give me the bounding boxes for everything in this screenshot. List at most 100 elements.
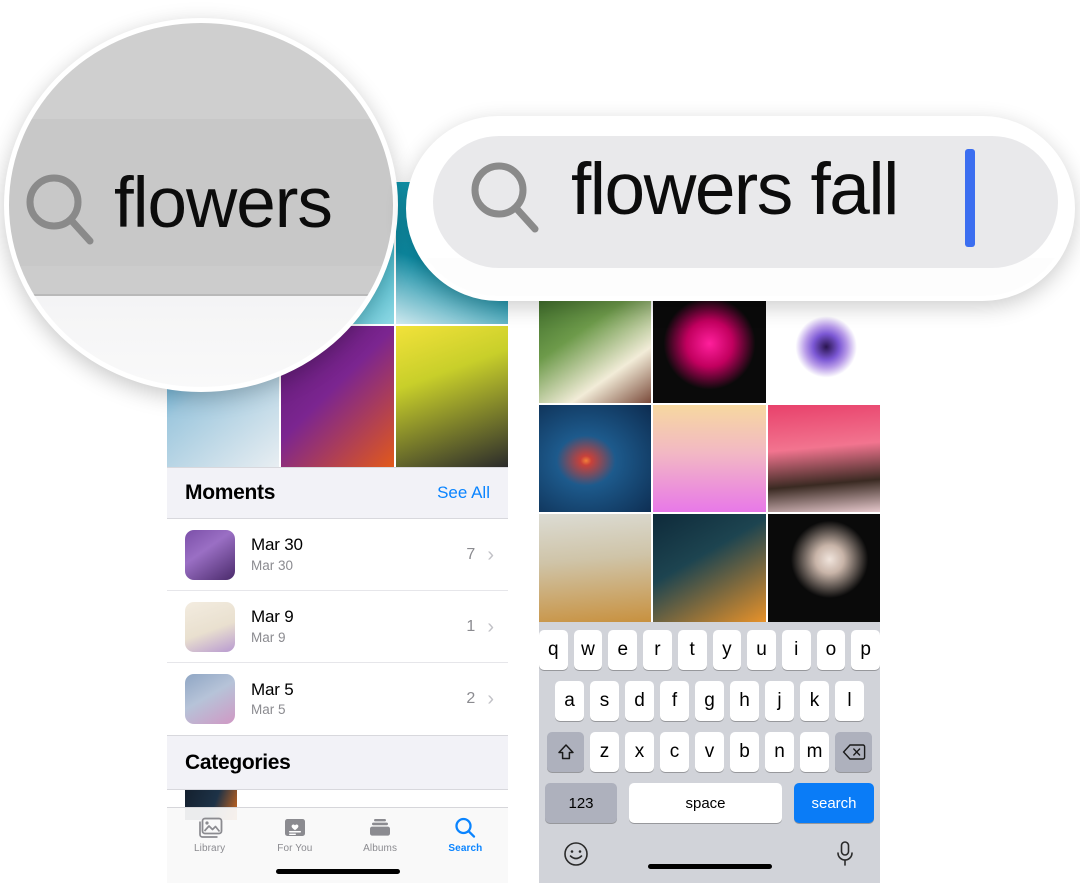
moment-subtitle: Mar 5 [251, 702, 286, 718]
moments-section-header: Moments See All [167, 467, 508, 519]
emoji-smiley-icon[interactable] [563, 841, 589, 872]
moment-row[interactable]: Mar 9 Mar 9 1 › [167, 591, 508, 663]
key-k[interactable]: k [800, 681, 829, 721]
moment-thumbnail [185, 601, 235, 652]
keyboard-row-3: z x c v b n m [539, 732, 880, 772]
categories-section-header: Categories [167, 735, 508, 790]
key-u[interactable]: u [747, 630, 776, 670]
key-s[interactable]: s [590, 681, 619, 721]
tab-albums[interactable]: Albums [338, 816, 423, 854]
keyboard-row-2: a s d f g h j k l [539, 681, 880, 721]
key-r[interactable]: r [643, 630, 672, 670]
photo-thumbnail[interactable] [653, 295, 766, 403]
key-l[interactable]: l [835, 681, 864, 721]
moment-text: Mar 9 Mar 9 [235, 606, 466, 646]
moment-subtitle: Mar 30 [251, 557, 294, 573]
tab-bar: Library For You Albums Search [167, 807, 508, 883]
categories-title: Categories [185, 750, 291, 774]
moment-thumbnail [185, 674, 235, 724]
key-q[interactable]: q [539, 630, 568, 670]
photo-thumbnail[interactable] [395, 325, 508, 467]
magnified-query-text: flowers fall [571, 149, 899, 230]
key-o[interactable]: o [816, 630, 846, 670]
albums-stack-icon [367, 816, 393, 840]
photo-thumbnail[interactable] [767, 514, 880, 622]
key-c[interactable]: c [660, 732, 689, 772]
chevron-right-icon: › [487, 543, 494, 566]
key-x[interactable]: x [625, 732, 654, 772]
photo-thumbnail[interactable] [539, 514, 652, 622]
moment-row[interactable]: Mar 30 Mar 30 7 › [167, 519, 508, 591]
moment-count: 2 [466, 690, 476, 707]
magnifier-bg-low [9, 266, 393, 296]
moment-text: Mar 5 Mar 5 [235, 679, 466, 719]
home-indicator [275, 869, 400, 874]
key-a[interactable]: a [555, 681, 584, 721]
moment-row[interactable]: Mar 5 Mar 5 2 › [167, 663, 508, 735]
photo-thumbnail[interactable] [767, 404, 880, 513]
screenshot-stage: Moments See All Mar 30 Mar 30 7 › Mar 9 [0, 0, 1080, 883]
key-b[interactable]: b [730, 732, 759, 772]
tab-label: Library [193, 843, 226, 854]
key-v[interactable]: v [695, 732, 724, 772]
tab-label: Search [448, 843, 483, 854]
key-n[interactable]: n [765, 732, 794, 772]
text-cursor-caret [965, 149, 975, 247]
key-g[interactable]: g [695, 681, 724, 721]
tab-label: Albums [363, 843, 398, 854]
microphone-icon[interactable] [834, 840, 856, 873]
magnifier-bg-white [9, 296, 393, 387]
key-p[interactable]: p [851, 630, 880, 670]
photo-thumbnail[interactable] [539, 404, 652, 513]
moment-count: 1 [466, 617, 476, 635]
tab-for-you[interactable]: For You [252, 816, 337, 854]
moment-thumbnail [185, 529, 235, 580]
key-i[interactable]: i [781, 630, 811, 670]
search-icon [21, 171, 101, 251]
backspace-delete-icon[interactable] [835, 732, 872, 772]
photo-thumbnail[interactable] [653, 404, 766, 513]
moment-title: Mar 9 [251, 607, 294, 627]
key-numbers[interactable]: 123 [545, 783, 617, 823]
keyboard-row-1: q w e r t y u i o p [539, 630, 880, 670]
shift-arrow-up-icon[interactable] [547, 732, 584, 772]
key-t[interactable]: t [677, 630, 707, 670]
search-icon [466, 159, 546, 239]
key-e[interactable]: e [608, 630, 638, 670]
moments-see-all-link[interactable]: See All [437, 483, 490, 503]
key-h[interactable]: h [730, 681, 759, 721]
search-icon [453, 816, 477, 840]
photos-library-icon [197, 816, 223, 840]
keyboard-row-4: 123 space search [539, 783, 880, 823]
photo-thumbnail[interactable] [653, 514, 766, 622]
right-results-photo-grid[interactable] [539, 295, 880, 622]
moment-count: 7 [466, 545, 476, 563]
key-space[interactable]: space [629, 783, 782, 823]
for-you-heart-card-icon [283, 816, 307, 840]
key-z[interactable]: z [590, 732, 619, 772]
moments-title: Moments [185, 481, 276, 504]
key-m[interactable]: m [800, 732, 829, 772]
tab-library[interactable]: Library [167, 816, 252, 854]
key-f[interactable]: f [660, 681, 689, 721]
key-y[interactable]: y [712, 630, 742, 670]
chevron-right-icon: › [487, 688, 494, 710]
photo-thumbnail[interactable] [539, 295, 652, 403]
magnified-query-text: flowers [114, 164, 333, 243]
key-j[interactable]: j [765, 681, 794, 721]
moment-title: Mar 30 [251, 535, 303, 555]
photo-thumbnail[interactable] [767, 295, 880, 403]
home-indicator [647, 864, 772, 869]
key-w[interactable]: w [573, 630, 603, 670]
tab-search[interactable]: Search [423, 816, 508, 854]
magnified-search-before: flowers [4, 18, 398, 392]
ios-qwerty-keyboard: q w e r t y u i o p a s d f g h j k l z … [539, 622, 880, 883]
key-search-return[interactable]: search [794, 783, 874, 823]
chevron-right-icon: › [487, 615, 494, 638]
key-d[interactable]: d [625, 681, 654, 721]
tab-label: For You [277, 843, 313, 854]
moment-title: Mar 5 [251, 679, 294, 699]
magnifier-bg-top [9, 23, 393, 119]
moment-text: Mar 30 Mar 30 [235, 534, 466, 574]
magnified-search-after: flowers fall [406, 116, 1075, 301]
